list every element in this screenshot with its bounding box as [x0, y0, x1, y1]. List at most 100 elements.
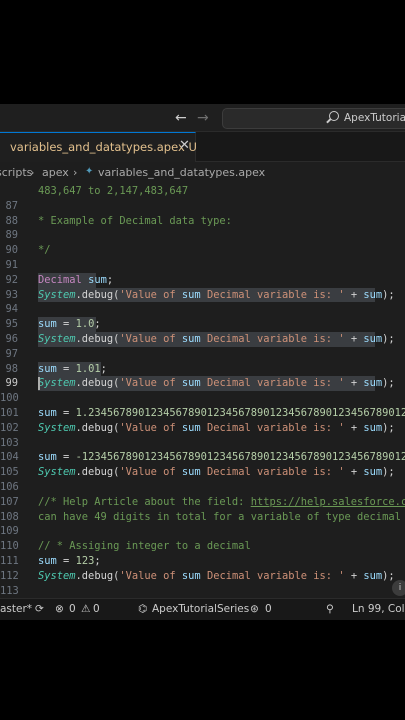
code-line[interactable]: 112 System.debug('Value of sum Decimal va… [0, 569, 405, 584]
line-number: 97 [5, 347, 18, 360]
code-line[interactable]: 108 can have 49 digits in total for a var… [0, 510, 405, 525]
code-text: can have 49 digits in total for a variab… [38, 510, 401, 523]
line-number: 98 [5, 362, 18, 375]
line-number: 87 [5, 199, 18, 212]
code-text: System.debug('Value of sum Decimal varia… [38, 288, 395, 301]
code-line[interactable]: 92 Decimal sum; [0, 273, 405, 288]
text-cursor [38, 377, 40, 391]
line-number: 103 [0, 436, 19, 449]
code-line[interactable]: 101 sum = 1.23456789012345678901234567890… [0, 406, 405, 421]
line-number: 102 [0, 421, 19, 434]
editor-tab-bar: variables_and_datatypes.apex U ✕ [0, 132, 405, 162]
line-number: 100 [0, 392, 19, 405]
code-text: Decimal sum; [38, 273, 114, 286]
search-icon [329, 111, 339, 121]
line-number: 105 [0, 466, 19, 479]
breadcrumb-separator: › [30, 166, 35, 179]
code-text: sum = 1.0; [38, 318, 101, 331]
breadcrumb-separator: › [73, 166, 78, 179]
breadcrumb-item-apex[interactable]: apex [42, 166, 69, 179]
cursor-position[interactable]: Ln 99, Col 1 [352, 603, 405, 615]
branch-label[interactable]: aster* [0, 603, 32, 615]
code-line[interactable]: 94 [0, 302, 405, 317]
line-number: 88 [5, 214, 18, 227]
breadcrumb-item-file[interactable]: variables_and_datatypes.apex [98, 166, 265, 179]
code-line[interactable]: 100 [0, 391, 405, 406]
error-count: 0 [69, 603, 76, 615]
code-text: System.debug('Value of sum Decimal varia… [38, 377, 395, 390]
code-text: System.debug('Value of sum Decimal varia… [38, 466, 395, 479]
tab-label: variables_and_datatypes.apex U [10, 140, 197, 154]
line-number: 92 [5, 273, 18, 286]
apex-file-icon: ✦ [85, 166, 94, 177]
warning-count: 0 [93, 603, 100, 615]
code-line[interactable]: 113 [0, 584, 405, 599]
line-number: 93 [5, 288, 18, 301]
code-text: sum = 1.01; [38, 362, 107, 375]
line-number: 110 [0, 540, 19, 553]
line-number: 95 [5, 318, 18, 331]
code-text: System.debug('Value of sum Decimal varia… [38, 421, 395, 434]
code-text: 483,647 to 2,147,483,647 [38, 185, 189, 197]
code-line[interactable]: 99 System.debug('Value of sum Decimal var… [0, 376, 405, 391]
project-label[interactable]: ApexTutorialSeries [152, 603, 249, 615]
code-line[interactable]: 87 [0, 199, 405, 214]
code-text: * Example of Decimal data type: [38, 214, 232, 227]
line-number: 91 [5, 259, 18, 271]
arrow-right-icon[interactable]: → [197, 109, 209, 127]
code-line[interactable]: 93 System.debug('Value of sum Decimal var… [0, 288, 405, 303]
code-line[interactable]: 105 System.debug('Value of sum Decimal va… [0, 465, 405, 480]
info-icon[interactable]: i [392, 580, 405, 596]
line-number: 89 [5, 229, 18, 242]
project-icon: ⌬ [138, 603, 148, 615]
line-number: 107 [0, 495, 19, 508]
line-number: 109 [0, 525, 19, 538]
code-text: sum = -123456789012345678901234567890123… [38, 451, 405, 464]
warning-icon[interactable]: ⚠ [81, 603, 90, 615]
title-bar: ← → ApexTutorialS [0, 104, 405, 132]
code-line[interactable]: 102 System.debug('Value of sum Decimal va… [0, 421, 405, 436]
code-line[interactable]: 107 //* Help Article about the field: htt… [0, 495, 405, 510]
ports-count: 0 [265, 603, 272, 615]
code-line[interactable]: 95 sum = 1.0; [0, 317, 405, 332]
breadcrumb-item-scripts[interactable]: scripts [0, 166, 32, 179]
line-number: 90 [5, 244, 18, 257]
arrow-left-icon[interactable]: ← [175, 109, 187, 127]
code-text: sum = 123; [38, 555, 101, 567]
line-number: 112 [0, 569, 19, 582]
code-line[interactable]: 110 // * Assiging integer to a decimal [0, 539, 405, 554]
command-center-label: ApexTutorialS [344, 112, 405, 124]
code-line[interactable]: 90 */ [0, 243, 405, 258]
code-text: */ [38, 244, 51, 257]
close-icon[interactable]: ✕ [179, 138, 190, 153]
code-line[interactable]: 109 [0, 524, 405, 539]
code-text: //* Help Article about the field: https:… [38, 495, 405, 508]
error-icon[interactable]: ⊗ [55, 603, 64, 615]
breadcrumb: scripts › apex › ✦ variables_and_datatyp… [0, 162, 405, 184]
tab-variables-and-datatypes[interactable]: variables_and_datatypes.apex U ✕ [0, 132, 197, 162]
code-line[interactable]: 103 [0, 436, 405, 451]
code-line[interactable]: 106 [0, 480, 405, 495]
vscode-window: ← → ApexTutorialS variables_and_datatype… [0, 104, 405, 620]
sync-icon[interactable]: ⟳ [35, 603, 44, 615]
code-line[interactable]: 483,647 to 2,147,483,647 [0, 184, 405, 199]
zoom-icon[interactable]: ⚲ [326, 603, 334, 615]
code-line[interactable]: 96 System.debug('Value of sum Decimal var… [0, 332, 405, 347]
code-line[interactable]: 104 sum = -123456789012345678901234567890… [0, 450, 405, 465]
code-line[interactable]: 91 [0, 258, 405, 273]
line-number: 96 [5, 333, 18, 345]
code-line[interactable]: 89 [0, 228, 405, 243]
code-line[interactable]: 98 sum = 1.01; [0, 362, 405, 377]
status-bar: aster* ⟳ ⊗ 0 ⚠ 0 ⌬ ApexTutorialSeries ⊛ … [0, 598, 405, 620]
line-number: 106 [0, 481, 19, 493]
code-line[interactable]: 111 sum = 123; [0, 554, 405, 569]
code-editor[interactable]: 483,647 to 2,147,483,647 87 88 * Example of… [0, 184, 405, 611]
ports-icon[interactable]: ⊛ [250, 603, 259, 615]
code-text: System.debug('Value of sum Decimal varia… [38, 333, 395, 345]
line-number: 108 [0, 510, 19, 523]
code-line[interactable]: 97 [0, 347, 405, 362]
line-number: 113 [0, 584, 19, 597]
code-line[interactable]: 88 * Example of Decimal data type: [0, 214, 405, 229]
code-text: System.debug('Value of sum Decimal varia… [38, 569, 395, 582]
command-center-search[interactable]: ApexTutorialS [222, 108, 405, 129]
